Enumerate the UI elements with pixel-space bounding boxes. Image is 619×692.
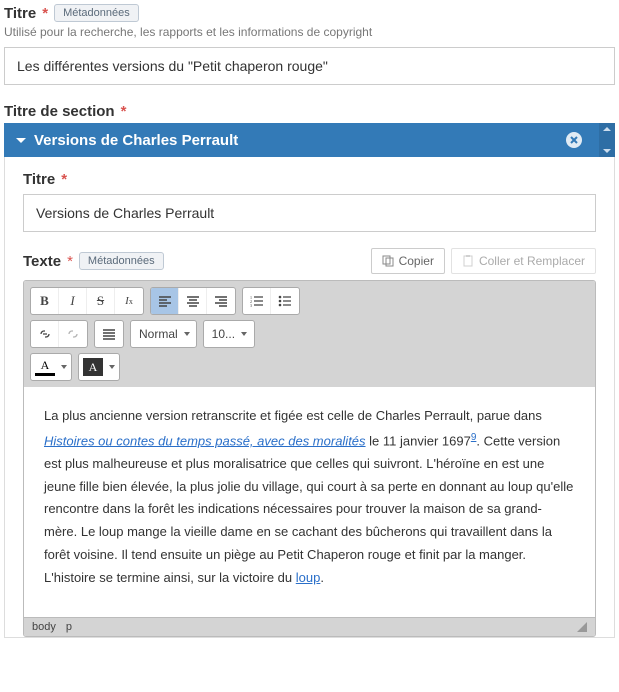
bg-color-button[interactable]: A bbox=[78, 353, 120, 381]
section-header-bar[interactable]: Versions de Charles Perrault bbox=[4, 123, 615, 157]
editor-status-bar: body p bbox=[24, 617, 595, 636]
svg-text:1: 1 bbox=[250, 295, 252, 300]
titre-label: Titre bbox=[4, 5, 36, 22]
text-color-button[interactable]: A bbox=[30, 353, 72, 381]
align-justify-button[interactable] bbox=[95, 321, 123, 347]
required-marker: * bbox=[61, 171, 67, 188]
italic-button[interactable]: I bbox=[59, 288, 87, 314]
resize-handle-icon[interactable] bbox=[577, 622, 587, 632]
strike-button[interactable]: S bbox=[87, 288, 115, 314]
titre-help: Utilisé pour la recherche, les rapports … bbox=[4, 25, 615, 39]
paste-icon bbox=[462, 255, 474, 267]
loup-link[interactable]: loup bbox=[296, 570, 321, 585]
caret-down-icon bbox=[61, 365, 67, 369]
close-icon[interactable] bbox=[565, 131, 583, 149]
editor-content[interactable]: La plus ancienne version retranscrite et… bbox=[24, 387, 595, 617]
ordered-list-button[interactable]: 123 bbox=[243, 288, 271, 314]
align-left-button[interactable] bbox=[151, 288, 179, 314]
path-body[interactable]: body bbox=[32, 621, 56, 633]
unordered-list-button[interactable] bbox=[271, 288, 299, 314]
path-p[interactable]: p bbox=[66, 621, 72, 633]
caret-down-icon bbox=[241, 332, 247, 336]
rich-text-editor: B I S Ix bbox=[23, 280, 596, 637]
paste-replace-button[interactable]: Coller et Remplacer bbox=[451, 248, 596, 274]
link-button[interactable] bbox=[31, 321, 59, 347]
caret-down-icon bbox=[184, 332, 190, 336]
required-marker: * bbox=[121, 103, 127, 120]
copy-icon bbox=[382, 255, 394, 267]
align-center-button[interactable] bbox=[179, 288, 207, 314]
unlink-button[interactable] bbox=[59, 321, 87, 347]
align-right-button[interactable] bbox=[207, 288, 235, 314]
metadata-badge[interactable]: Métadonnées bbox=[79, 252, 164, 270]
texte-label: Texte bbox=[23, 253, 61, 270]
svg-text:3: 3 bbox=[250, 303, 252, 307]
required-marker: * bbox=[42, 5, 48, 22]
reorder-handle[interactable] bbox=[599, 123, 615, 157]
caret-down-icon bbox=[109, 365, 115, 369]
copy-button[interactable]: Copier bbox=[371, 248, 445, 274]
metadata-badge[interactable]: Métadonnées bbox=[54, 4, 139, 22]
required-marker: * bbox=[67, 253, 73, 270]
histoires-link[interactable]: Histoires ou contes du temps passé, avec… bbox=[44, 433, 366, 448]
chevron-up-icon[interactable] bbox=[603, 127, 611, 131]
section-header-title: Versions de Charles Perrault bbox=[34, 132, 238, 149]
inner-titre-label: Titre bbox=[23, 171, 55, 188]
section-titre-label: Titre de section bbox=[4, 103, 115, 120]
svg-text:2: 2 bbox=[250, 299, 252, 304]
editor-toolbar: B I S Ix bbox=[24, 281, 595, 387]
content-paragraph[interactable]: La plus ancienne version retranscrite et… bbox=[44, 405, 575, 589]
chevron-down-icon[interactable] bbox=[603, 149, 611, 153]
fontsize-select[interactable]: 10... bbox=[203, 320, 255, 348]
bold-button[interactable]: B bbox=[31, 288, 59, 314]
format-select[interactable]: Normal bbox=[130, 320, 197, 348]
inner-titre-input[interactable] bbox=[23, 194, 596, 232]
collapse-toggle-icon[interactable] bbox=[16, 138, 26, 143]
titre-input[interactable] bbox=[4, 47, 615, 85]
clear-format-button[interactable]: Ix bbox=[115, 288, 143, 314]
